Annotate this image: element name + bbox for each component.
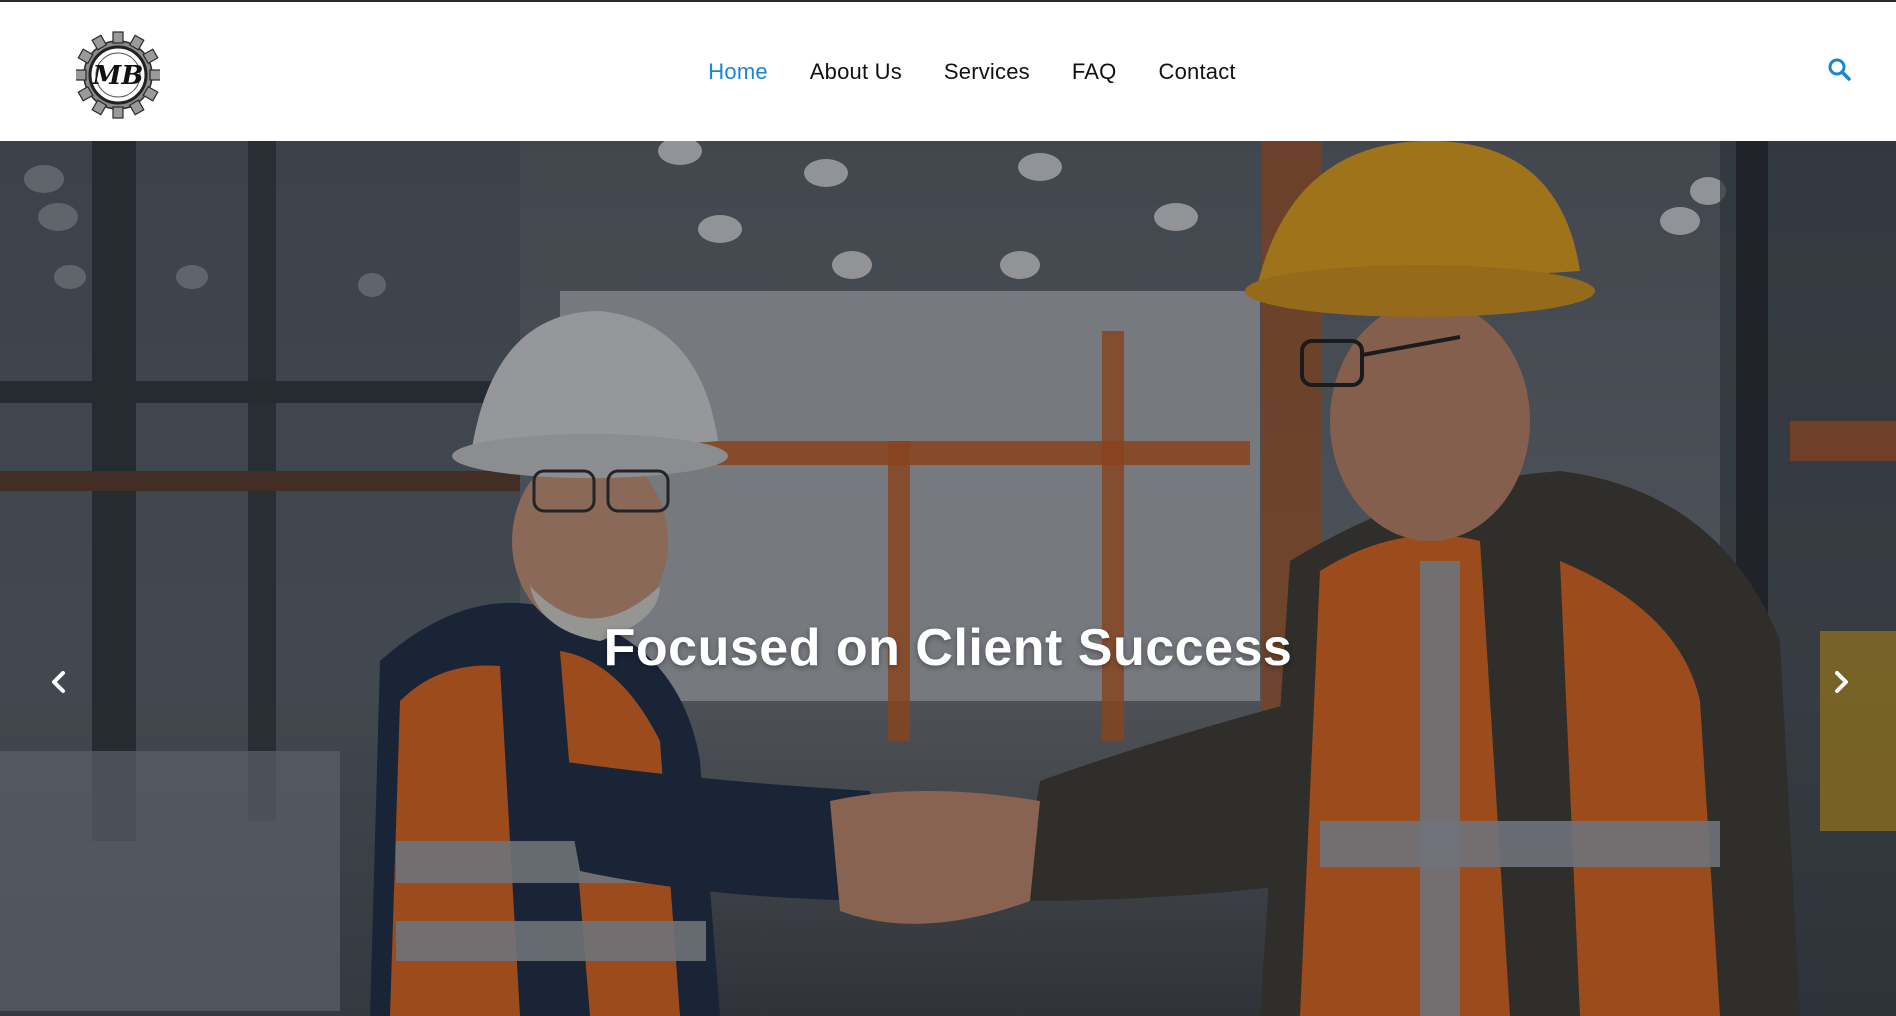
nav-item-services[interactable]: Services [944,59,1030,85]
site-logo[interactable]: MB [74,28,162,122]
search-button[interactable] [1826,56,1854,84]
nav-item-contact[interactable]: Contact [1158,59,1235,85]
hero-title: Focused on Client Success [603,619,1293,677]
hero-dark-overlay [0,141,1896,1016]
hero-slider: Focused on Client Success [0,141,1896,1016]
slider-prev-button[interactable] [44,667,74,697]
main-nav: Home About Us Services FAQ Contact [0,2,1896,141]
page: MB Home About Us Services FAQ Contact Fo… [0,0,1896,1016]
site-header: MB Home About Us Services FAQ Contact [0,2,1896,141]
chevron-right-icon [1835,671,1848,693]
gear-logo-icon: MB [74,31,162,119]
search-icon [1828,58,1851,81]
nav-item-home[interactable]: Home [708,59,768,85]
slider-next-button[interactable] [1826,667,1856,697]
chevron-left-icon [52,671,65,693]
logo-text: MB [92,61,144,91]
nav-item-faq[interactable]: FAQ [1072,59,1117,85]
nav-item-about-us[interactable]: About Us [810,59,902,85]
